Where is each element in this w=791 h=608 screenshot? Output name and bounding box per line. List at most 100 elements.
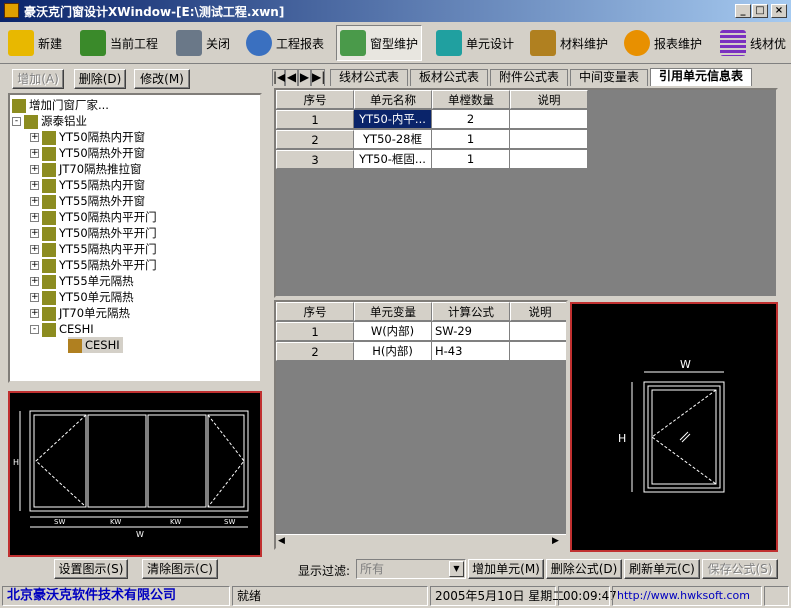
toolbar-line-opt-button[interactable]: 线材优: [720, 25, 786, 61]
table-cell[interactable]: H(内部): [354, 342, 432, 361]
tree-node[interactable]: - 源泰铝业: [12, 113, 87, 129]
add-unit-button[interactable]: 增加单元(M): [468, 559, 544, 579]
tree-node[interactable]: + YT55隔热内平开门: [30, 241, 157, 257]
row-number[interactable]: 3: [276, 150, 354, 169]
gear-icon: [624, 30, 650, 56]
tab-plate-formula[interactable]: 板材公式表: [410, 69, 488, 86]
tree-node[interactable]: + YT50隔热内开窗: [30, 129, 145, 145]
filter-select[interactable]: 所有 ▼: [356, 559, 466, 579]
table-cell[interactable]: [510, 150, 588, 169]
tab-line-formula[interactable]: 线材公式表: [330, 69, 408, 86]
table-cell[interactable]: W(内部): [354, 322, 432, 341]
tree-node[interactable]: + YT50隔热外开窗: [30, 145, 145, 161]
set-image-button[interactable]: 设置图示(S): [54, 559, 128, 579]
table-cell[interactable]: 2: [432, 110, 510, 129]
scroll-left-icon[interactable]: ◀: [278, 536, 285, 546]
tree-node-label: YT55隔热外平开门: [59, 258, 157, 272]
delete-formula-button[interactable]: 删除公式(D): [546, 559, 622, 579]
collapse-icon[interactable]: -: [30, 325, 39, 334]
table-cell[interactable]: YT50-28框: [354, 130, 432, 149]
tree-node[interactable]: + YT50隔热内平开门: [30, 209, 157, 225]
delete-button[interactable]: 删除(D): [74, 69, 126, 89]
tree-node[interactable]: + YT50单元隔热: [30, 289, 134, 305]
table-cell[interactable]: SW-29: [432, 322, 510, 341]
tree-node[interactable]: + JT70单元隔热: [30, 305, 130, 321]
expand-icon[interactable]: +: [30, 245, 39, 254]
tab-variable-table[interactable]: 中间变量表: [570, 69, 648, 86]
scroll-right-icon[interactable]: ▶: [552, 536, 559, 546]
tab-nav-prev[interactable]: ◀: [285, 69, 298, 86]
diamond-icon: [42, 162, 56, 177]
expand-icon[interactable]: +: [30, 165, 39, 174]
table-header: 单元变量: [354, 302, 432, 321]
tree-node-selected[interactable]: CESHI: [68, 337, 123, 353]
toolbar-project-report-button[interactable]: 工程报表: [246, 25, 324, 61]
expand-icon[interactable]: +: [30, 261, 39, 270]
maximize-button[interactable]: □: [752, 4, 768, 18]
modify-button[interactable]: 修改(M): [134, 69, 190, 89]
row-number[interactable]: 2: [276, 130, 354, 149]
toolbar-window-type-button[interactable]: 窗型维护: [336, 25, 423, 61]
tab-nav-first[interactable]: |◀: [272, 69, 286, 86]
tree-node[interactable]: - CESHI: [30, 321, 94, 337]
status-url[interactable]: http://www.hwksoft.com: [612, 586, 762, 606]
toolbar-material-button[interactable]: 材料维护: [530, 25, 608, 61]
expand-icon[interactable]: +: [30, 149, 39, 158]
title-bar: 豪沃克门窗设计XWindow-[E:\测试工程.xwn] _ □ ×: [0, 0, 791, 22]
clear-image-button[interactable]: 清除图示(C): [142, 559, 218, 579]
toolbar-new-button[interactable]: 新建: [8, 25, 62, 61]
expand-icon[interactable]: +: [30, 229, 39, 238]
tree-node[interactable]: + YT55隔热外平开门: [30, 257, 157, 273]
row-number[interactable]: 2: [276, 342, 354, 361]
add-button[interactable]: 增加(A): [12, 69, 64, 89]
tree-node-label: YT50单元隔热: [59, 290, 134, 304]
row-number[interactable]: 1: [276, 110, 354, 129]
tree-node[interactable]: + YT50隔热外平开门: [30, 225, 157, 241]
save-formula-button[interactable]: 保存公式(S): [702, 559, 778, 579]
toolbar-current-project-button[interactable]: 当前工程: [80, 25, 158, 61]
expand-icon[interactable]: +: [30, 293, 39, 302]
status-date: 2005年5月10日 星期二: [430, 586, 564, 606]
table-header: 单元名称: [354, 90, 432, 109]
table-cell[interactable]: H-43: [432, 342, 510, 361]
horizontal-scrollbar[interactable]: ◀ ▶: [276, 534, 566, 548]
tab-unit-info[interactable]: 引用单元信息表: [650, 68, 752, 86]
refresh-unit-button[interactable]: 刷新单元(C): [624, 559, 700, 579]
expand-icon[interactable]: +: [30, 197, 39, 206]
tree-node[interactable]: + JT70隔热推拉窗: [30, 161, 142, 177]
table-cell[interactable]: [510, 322, 566, 341]
close-window-button[interactable]: ×: [771, 4, 787, 18]
tree-node-label: YT55隔热内平开门: [59, 242, 157, 256]
diamond-icon: [42, 146, 56, 161]
minimize-button[interactable]: _: [735, 4, 751, 18]
expand-icon[interactable]: +: [30, 213, 39, 222]
table-cell[interactable]: 1: [432, 130, 510, 149]
toolbar-label: 窗型维护: [370, 36, 419, 51]
expand-icon[interactable]: +: [30, 133, 39, 142]
chevron-down-icon[interactable]: ▼: [449, 561, 464, 577]
expand-icon[interactable]: +: [30, 309, 39, 318]
tab-nav-next[interactable]: ▶: [298, 69, 311, 86]
toolbar-close-button[interactable]: 关闭: [176, 25, 230, 61]
table-cell[interactable]: 1: [432, 150, 510, 169]
expand-icon[interactable]: +: [30, 181, 39, 190]
collapse-icon[interactable]: -: [12, 117, 21, 126]
tree-node-label: YT55单元隔热: [59, 274, 134, 288]
status-state: 就绪: [232, 586, 428, 606]
table-cell[interactable]: YT50-框固...: [354, 150, 432, 169]
table-cell[interactable]: [510, 110, 588, 129]
table-cell[interactable]: [510, 130, 588, 149]
table-cell[interactable]: [510, 342, 566, 361]
tree-node-add[interactable]: 增加门窗厂家...: [12, 97, 109, 113]
tree-node[interactable]: + YT55单元隔热: [30, 273, 134, 289]
formula-tabs: |◀ ◀ ▶ ▶| 线材公式表 板材公式表 附件公式表 中间变量表 引用单元信息…: [272, 68, 782, 86]
tab-accessory-formula[interactable]: 附件公式表: [490, 69, 568, 86]
table-cell[interactable]: YT50-内平...: [354, 110, 432, 129]
toolbar-unit-design-button[interactable]: 单元设计: [436, 25, 514, 61]
tab-nav-last[interactable]: ▶|: [311, 69, 325, 86]
tree-node[interactable]: + YT55隔热外开窗: [30, 193, 145, 209]
row-number[interactable]: 1: [276, 322, 354, 341]
tree-node[interactable]: + YT55隔热内开窗: [30, 177, 145, 193]
expand-icon[interactable]: +: [30, 277, 39, 286]
toolbar-report-maint-button[interactable]: 报表维护: [624, 25, 702, 61]
